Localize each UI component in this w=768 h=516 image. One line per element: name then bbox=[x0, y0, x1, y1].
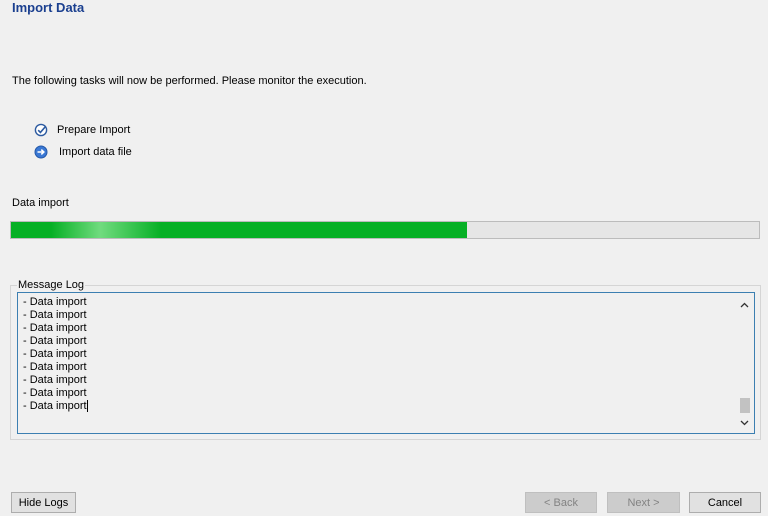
log-line: - Data import bbox=[23, 387, 87, 399]
next-button[interactable]: Next > bbox=[607, 492, 680, 513]
text-caret bbox=[86, 400, 88, 413]
progress-fill bbox=[11, 222, 468, 238]
back-button[interactable]: < Back bbox=[525, 492, 597, 513]
task-label: Import data file bbox=[59, 146, 132, 158]
progress-bar bbox=[10, 221, 760, 239]
message-log-lines: - Data import - Data import - Data import -… bbox=[23, 296, 88, 413]
check-circle-icon bbox=[34, 123, 48, 137]
progress-label: Data import bbox=[12, 197, 69, 209]
task-item-import-data-file: Import data file bbox=[34, 145, 132, 159]
scroll-up-icon[interactable] bbox=[736, 296, 753, 313]
log-scrollbar[interactable] bbox=[736, 294, 753, 432]
log-line: - Data import bbox=[23, 374, 87, 386]
task-label: Prepare Import bbox=[57, 124, 131, 136]
log-line: - Data import bbox=[23, 296, 87, 308]
import-data-wizard: Import Data The following tasks will now… bbox=[0, 0, 768, 516]
message-log-legend: Message Log bbox=[17, 279, 86, 291]
log-line: - Data import bbox=[23, 322, 87, 334]
scroll-thumb[interactable] bbox=[740, 398, 750, 413]
message-log-textbox[interactable]: - Data import - Data import - Data import -… bbox=[17, 292, 755, 434]
arrow-right-circle-icon bbox=[34, 145, 48, 159]
page-title: Import Data bbox=[12, 0, 85, 15]
task-item-prepare-import: Prepare Import bbox=[34, 123, 130, 137]
log-line: - Data import bbox=[23, 361, 87, 373]
intro-text: The following tasks will now be performe… bbox=[12, 75, 367, 87]
log-line: - Data import bbox=[23, 335, 87, 347]
scroll-down-icon[interactable] bbox=[736, 414, 753, 431]
log-line: - Data import bbox=[23, 309, 87, 321]
log-line: - Data import bbox=[23, 348, 87, 360]
log-line: - Data import bbox=[23, 400, 88, 413]
cancel-button[interactable]: Cancel bbox=[689, 492, 761, 513]
hide-logs-button[interactable]: Hide Logs bbox=[11, 492, 76, 513]
